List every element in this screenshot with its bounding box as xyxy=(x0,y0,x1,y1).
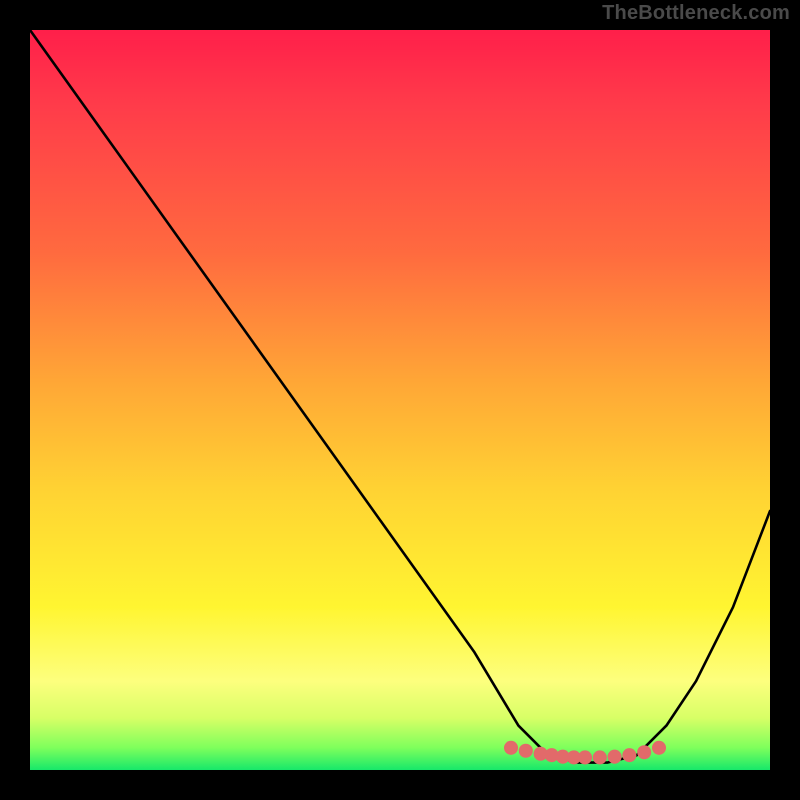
marker-dot xyxy=(608,750,622,764)
bottleneck-svg xyxy=(30,30,770,770)
plot-area xyxy=(30,30,770,770)
marker-dot xyxy=(504,741,518,755)
marker-dot xyxy=(622,748,636,762)
marker-dot xyxy=(593,750,607,764)
marker-dot xyxy=(637,745,651,759)
sweet-spot-markers xyxy=(504,741,666,765)
marker-dot xyxy=(652,741,666,755)
bottleneck-curve-path xyxy=(30,30,770,763)
marker-dot xyxy=(578,750,592,764)
watermark-text: TheBottleneck.com xyxy=(602,2,790,25)
chart-frame: TheBottleneck.com xyxy=(0,0,800,800)
marker-dot xyxy=(519,744,533,758)
